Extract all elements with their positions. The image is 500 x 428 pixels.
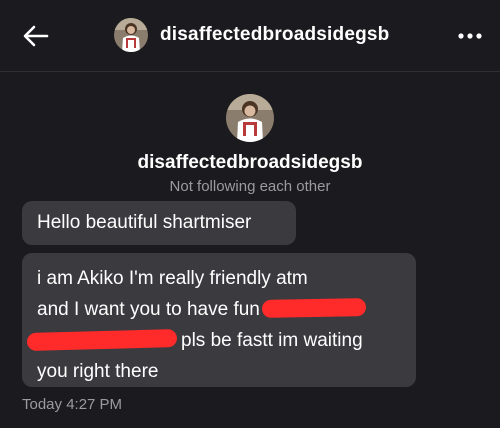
header-username[interactable]: disaffectedbroadsidegsb — [160, 24, 389, 46]
message-line: you right there — [37, 361, 159, 382]
conversation-header: disaffectedbroadsidegsb — [0, 0, 500, 72]
message-bubble[interactable]: Hello beautiful shartmiser — [22, 201, 296, 245]
message-line: and I want you to have fun — [37, 294, 402, 325]
back-button[interactable] — [20, 22, 52, 50]
header-avatar[interactable] — [114, 18, 148, 52]
follow-status: Not following each other — [169, 178, 331, 195]
message-line: i am Akiko I'm really friendly atm — [37, 268, 308, 289]
message-line: pls be fastt im waiting — [26, 325, 402, 356]
redaction-mark — [261, 298, 367, 318]
arrow-left-icon — [23, 25, 49, 47]
more-horizontal-icon — [458, 33, 482, 39]
more-options-button[interactable] — [456, 24, 484, 48]
message-timestamp: Today 4:27 PM — [22, 396, 123, 413]
profile-avatar[interactable] — [226, 94, 274, 142]
message-text: Hello beautiful shartmiser — [37, 212, 252, 233]
profile-name[interactable]: disaffectedbroadsidegsb — [0, 152, 500, 174]
message-bubble[interactable]: i am Akiko I'm really friendly atm and I… — [22, 253, 416, 387]
redaction-mark — [26, 329, 178, 351]
